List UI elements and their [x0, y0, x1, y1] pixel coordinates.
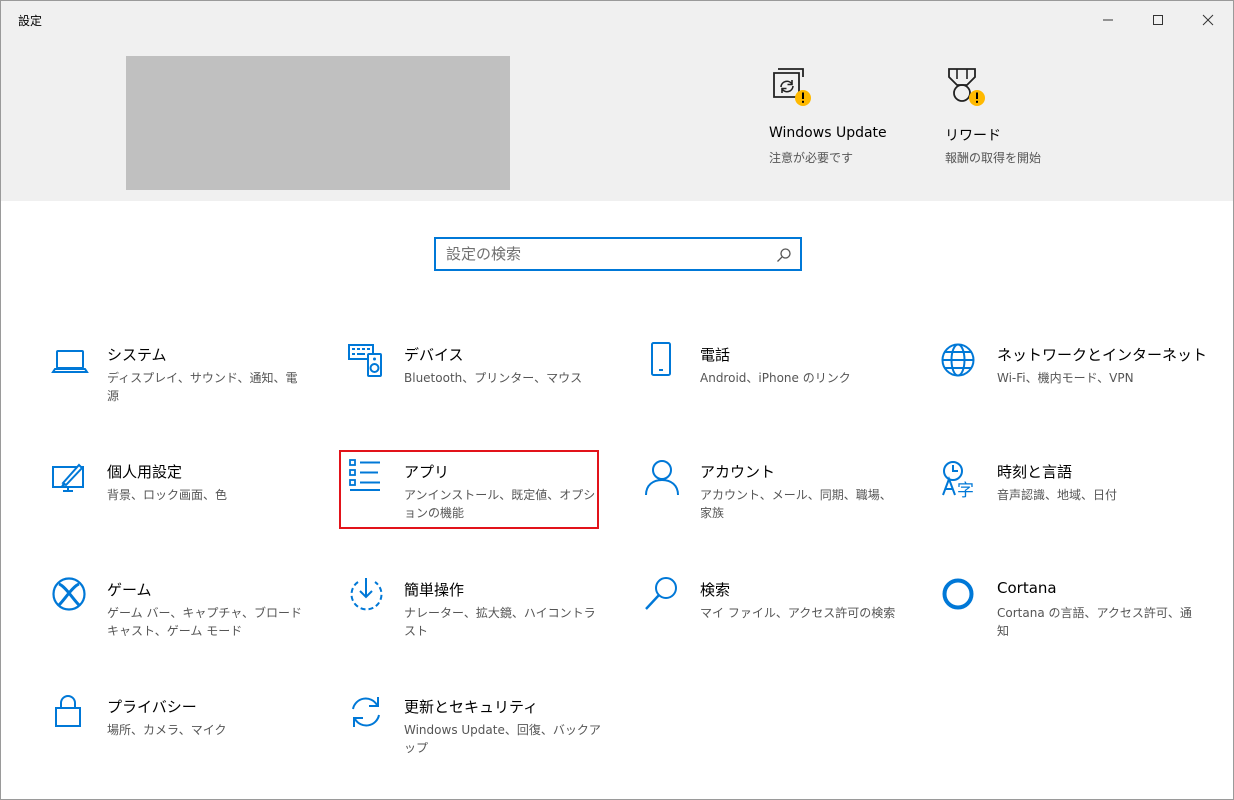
category-personalization[interactable]: 個人用設定 背景、ロック画面、色: [51, 459, 321, 549]
category-title: ネットワークとインターネット: [997, 346, 1208, 364]
category-title: 電話: [700, 346, 731, 364]
settings-header: Windows Update 注意が必要です リワード 報酬の取得を開始: [1, 39, 1233, 201]
windows-update-subtitle: 注意が必要です: [769, 151, 854, 165]
magnifier-icon: [644, 577, 684, 617]
category-network[interactable]: ネットワークとインターネット Wi-Fi、機内モード、VPN: [941, 342, 1211, 432]
person-icon: [644, 459, 684, 499]
category-devices[interactable]: デバイス Bluetooth、プリンター、マウス: [348, 342, 618, 432]
windows-update-icon: [769, 67, 813, 111]
ease-of-access-icon: [348, 577, 388, 617]
category-gaming[interactable]: ゲーム ゲーム バー、キャプチャ、ブロードキャスト、ゲーム モード: [51, 577, 321, 667]
category-title: 検索: [700, 581, 731, 599]
category-description: Cortana の言語、アクセス許可、通知: [997, 606, 1192, 638]
category-accounts[interactable]: アカウント アカウント、メール、同期、職場、家族: [644, 459, 914, 549]
category-description: 音声認識、地域、日付: [997, 488, 1118, 502]
category-title: 時刻と言語: [997, 463, 1073, 481]
windows-update-label: Windows Update: [769, 125, 887, 141]
pen-display-icon: [51, 459, 91, 499]
category-title: デバイス: [404, 346, 464, 364]
maximize-button[interactable]: [1135, 1, 1181, 39]
category-system[interactable]: システム ディスプレイ、サウンド、通知、電源: [51, 342, 321, 432]
rewards-label: リワード: [945, 128, 1001, 144]
rewards-subtitle: 報酬の取得を開始: [945, 151, 1042, 165]
minimize-icon: [1103, 19, 1113, 21]
category-ease-of-access[interactable]: 簡単操作 ナレーター、拡大鏡、ハイコントラスト: [348, 577, 618, 667]
category-description: Android、iPhone のリンク: [700, 371, 851, 385]
category-time-language[interactable]: 字 時刻と言語 音声認識、地域、日付: [941, 459, 1211, 549]
category-description: マイ ファイル、アクセス許可の検索: [700, 606, 896, 620]
category-cortana[interactable]: Cortana Cortana の言語、アクセス許可、通知: [941, 577, 1211, 667]
category-title: アカウント: [700, 463, 776, 481]
category-search[interactable]: 検索 マイ ファイル、アクセス許可の検索: [644, 577, 914, 667]
category-apps[interactable]: アプリ アンインストール、既定値、オプションの機能: [348, 459, 618, 549]
category-description: Bluetooth、プリンター、マウス: [404, 371, 583, 385]
category-title: システム: [107, 346, 167, 364]
category-title: ゲーム: [107, 581, 152, 599]
sync-arrows-icon: [348, 694, 388, 734]
xbox-icon: [51, 577, 91, 617]
laptop-icon: [51, 342, 91, 382]
category-title: プライバシー: [107, 698, 197, 716]
category-title: Cortana: [997, 579, 1057, 597]
category-description: 背景、ロック画面、色: [107, 488, 228, 502]
category-description: ゲーム バー、キャプチャ、ブロードキャスト、ゲーム モード: [107, 606, 302, 638]
rewards-status[interactable]: リワード 報酬の取得を開始: [945, 67, 1115, 177]
title-bar: 設定: [1, 1, 1233, 39]
category-description: ナレーター、拡大鏡、ハイコントラスト: [404, 606, 596, 638]
category-title: 簡単操作: [404, 581, 465, 599]
search-icon[interactable]: [776, 247, 792, 263]
category-phone[interactable]: 電話 Android、iPhone のリンク: [644, 342, 914, 432]
maximize-icon: [1153, 15, 1163, 25]
category-description: 場所、カメラ、マイク: [107, 723, 227, 737]
search-input[interactable]: [446, 239, 766, 269]
window-title: 設定: [18, 14, 43, 28]
settings-window: 設定 Windows Update 注意が必要です リワード 報酬の取得を開始 …: [0, 0, 1234, 800]
category-update-security[interactable]: 更新とセキュリティ Windows Update、回復、バックアップ: [348, 694, 618, 784]
keyboard-speaker-icon: [348, 342, 388, 382]
category-title: 更新とセキュリティ: [404, 698, 539, 716]
svg-text:字: 字: [957, 481, 974, 499]
cortana-ring-icon: [941, 577, 981, 617]
category-description: アンインストール、既定値、オプションの機能: [404, 488, 596, 520]
rewards-icon: [945, 67, 989, 111]
category-description: Wi-Fi、機内モード、VPN: [997, 371, 1134, 385]
settings-search-box[interactable]: [434, 237, 802, 271]
category-title: 個人用設定: [107, 463, 183, 481]
minimize-button[interactable]: [1085, 1, 1131, 39]
account-profile-area[interactable]: [126, 56, 510, 190]
time-language-icon: 字: [941, 459, 981, 499]
category-description: ディスプレイ、サウンド、通知、電源: [107, 371, 298, 403]
windows-update-status[interactable]: Windows Update 注意が必要です: [769, 67, 939, 177]
lock-icon: [51, 694, 91, 734]
apps-list-icon: [348, 459, 388, 499]
globe-icon: [941, 342, 981, 382]
category-description: アカウント、メール、同期、職場、家族: [700, 488, 892, 520]
category-title: アプリ: [404, 463, 450, 481]
category-privacy[interactable]: プライバシー 場所、カメラ、マイク: [51, 694, 321, 784]
close-button[interactable]: [1185, 1, 1231, 39]
phone-icon: [644, 342, 684, 382]
close-icon: [1202, 14, 1214, 26]
category-description: Windows Update、回復、バックアップ: [404, 723, 601, 755]
